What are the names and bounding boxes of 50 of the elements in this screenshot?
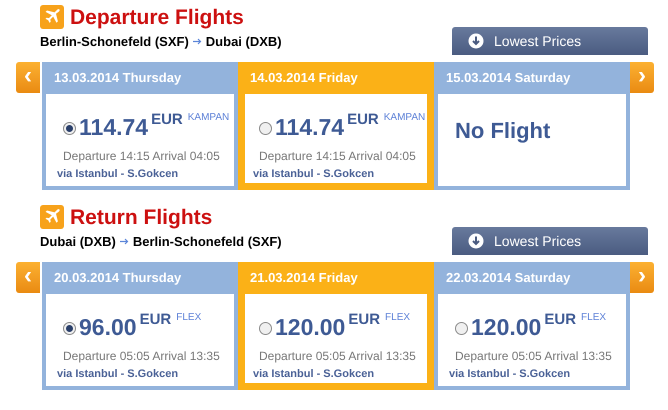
flight-times: Departure 05:05 Arrival 13:35 [62, 348, 221, 365]
fare-class: KAMPAN [384, 113, 426, 123]
route-origin: Berlin-Schonefeld (SXF) [40, 32, 189, 51]
fare-class: FLEX [385, 313, 410, 323]
section-title: Return Flights [70, 206, 212, 228]
no-flight-message: No Flight [455, 117, 552, 145]
card-date: 14.03.2014 Friday [249, 69, 359, 88]
arrow-icon [120, 238, 129, 245]
flight-times: Departure 05:05 Arrival 13:35 [454, 348, 613, 365]
radio-button[interactable] [63, 122, 76, 135]
flight-times: Departure 14:15 Arrival 04:05 [258, 148, 417, 165]
currency: EUR [140, 312, 172, 327]
card-date: 20.03.2014 Thursday [53, 269, 182, 288]
airplane-icon [40, 5, 64, 29]
flight-times: Departure 05:05 Arrival 13:35 [258, 348, 417, 365]
fare-class: FLEX [176, 313, 202, 323]
section-title: Departure Flights [70, 6, 244, 28]
card-date: 15.03.2014 Saturday [445, 69, 572, 88]
route-via: via Istanbul - S.Gokcen [57, 367, 180, 382]
card-date: 13.03.2014 Thursday [53, 69, 182, 88]
radio-button[interactable] [63, 322, 76, 335]
route-via: via Istanbul - S.Gokcen [57, 167, 180, 182]
route-via: via Istanbul - S.Gokcen [253, 167, 376, 182]
airplane-icon [40, 205, 64, 229]
route-destination: Dubai (DXB) [206, 32, 282, 51]
lowest-prices-button[interactable]: Lowest Prices [452, 227, 648, 255]
price: 120.00 [275, 316, 346, 339]
route-via: via Istanbul - S.Gokcen [449, 367, 572, 382]
radio-button[interactable] [259, 122, 272, 135]
radio-button[interactable] [455, 322, 468, 335]
currency: EUR [151, 112, 183, 127]
price: 96.00 [79, 316, 137, 339]
radio-button[interactable] [259, 322, 272, 335]
currency: EUR [348, 312, 380, 327]
price: 120.00 [471, 316, 542, 339]
route-origin: Dubai (DXB) [40, 232, 116, 251]
price: 114.74 [275, 116, 344, 139]
fare-class: KAMPAN [188, 113, 230, 123]
flight-times: Departure 14:15 Arrival 04:05 [62, 148, 221, 165]
fare-class: FLEX [581, 313, 606, 323]
route-via: via Istanbul - S.Gokcen [253, 367, 376, 382]
card-date: 21.03.2014 Friday [249, 269, 359, 288]
currency: EUR [544, 312, 576, 327]
price: 114.74 [79, 116, 148, 139]
lowest-prices-button[interactable]: Lowest Prices [452, 27, 648, 55]
arrow-icon [192, 38, 202, 45]
currency: EUR [347, 112, 379, 127]
card-date: 22.03.2014 Saturday [445, 269, 572, 288]
route-destination: Berlin-Schonefeld (SXF) [132, 232, 282, 251]
day-card[interactable]: 15.03.2014 Saturday No Flight [434, 62, 630, 190]
